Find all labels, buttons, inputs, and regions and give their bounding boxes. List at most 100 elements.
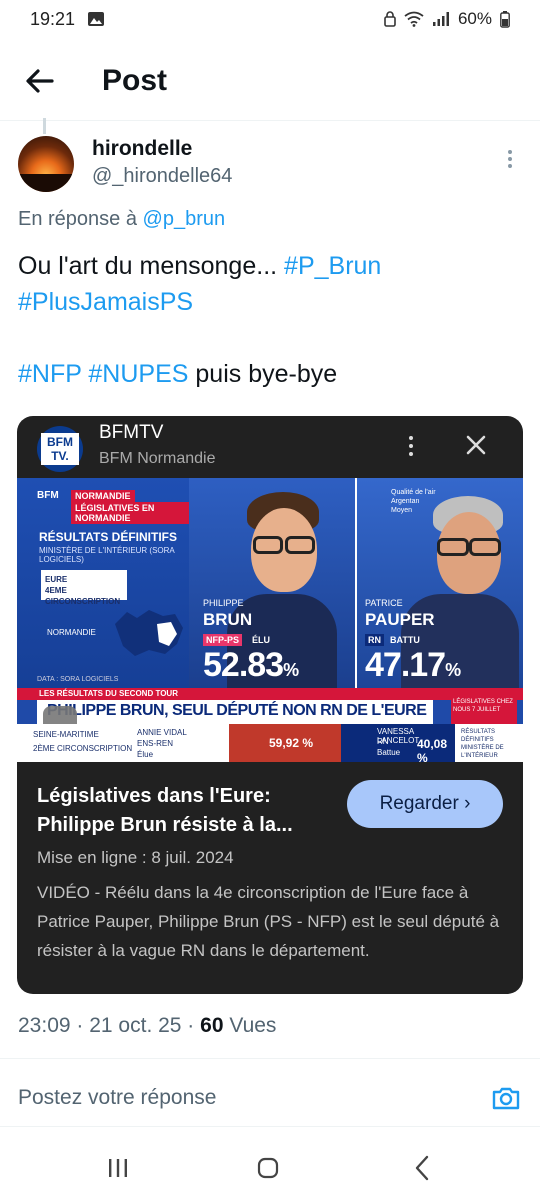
camera-icon[interactable] <box>490 1082 522 1114</box>
thumb-circ-line2: 4EME CIRCONSCRIPTION <box>45 586 121 606</box>
watch-button[interactable]: Regarder › <box>347 780 503 828</box>
normandie-map-icon <box>115 610 183 656</box>
thumb-region-tag: NORMANDIE <box>71 490 135 502</box>
card-description: VIDÉO - Réélu dans la 4e circonscription… <box>37 883 500 960</box>
battery-icon <box>500 10 510 28</box>
thumb-candidate-2: Qualité de l'air Argentan Moyen PATRICE … <box>355 478 523 688</box>
thumb-circ-line1: EURE <box>45 575 68 584</box>
thumb-elections-tag: LÉGISLATIVES EN NORMANDIE <box>71 502 189 524</box>
reply-divider <box>0 1126 540 1127</box>
lr-c1-party: ENS-REN <box>137 739 174 748</box>
page-title: Post <box>102 64 168 97</box>
cand1-glasses-right <box>285 536 315 554</box>
cand1-party: NFP-PS <box>203 634 243 646</box>
thumb-data-label: DATA : SORA LOGICIELS <box>37 676 119 683</box>
user-handle[interactable]: @_hirondelle64 <box>92 165 232 188</box>
thumb-results-sub: MINISTÈRE DE L'INTÉRIEUR (SORA LOGICIELS… <box>39 546 175 564</box>
video-link-card[interactable]: BFM TV. BFMTV BFM Normandie BFM NORMANDI… <box>17 416 523 994</box>
cand1-percent: 52.83% <box>203 646 299 685</box>
reply-input[interactable]: Postez votre réponse <box>18 1086 216 1110</box>
lr-c1-name: ANNIE VIDAL <box>137 728 187 737</box>
tweet-text: Ou l'art du mensonge... #P_Brun #PlusJam… <box>18 248 518 392</box>
lr-c1-status: Élue <box>137 750 154 759</box>
cand2-last-name: PAUPER <box>365 610 435 629</box>
lr-region: SEINE-MARITIME <box>33 730 99 739</box>
arrow-left-icon[interactable] <box>22 66 58 96</box>
hashtag-nfp[interactable]: #NFP <box>18 360 81 388</box>
lr-c2-status: Battue <box>377 748 401 757</box>
tweet-date: 21 oct. 25 <box>89 1014 182 1037</box>
display-name[interactable]: hirondelle <box>92 137 192 161</box>
cand2-first-name: PATRICE <box>365 598 403 608</box>
cand1-pct-value: 52.83 <box>203 646 284 684</box>
lock-icon <box>384 11 396 27</box>
hashtag-nupes[interactable]: #NUPES <box>88 360 188 388</box>
hashtag-p-brun[interactable]: #P_Brun <box>284 252 381 280</box>
cand2-percent: 47.17% <box>365 646 461 685</box>
chevron-left-icon[interactable] <box>410 1154 434 1182</box>
thumb-candidate-1: PHILIPPE BRUN NFP-PS ÉLU 52.83% <box>189 478 355 688</box>
cand1-pct-sign: % <box>283 660 299 680</box>
lr-note: RÉSULTATS DÉFINITIFS MINISTÈRE DE L'INTÉ… <box>461 729 504 759</box>
lr-circ: 2ÈME CIRCONSCRIPTION <box>33 744 133 753</box>
status-bar: 19:21 60% <box>0 0 540 40</box>
thumb-results-title: RÉSULTATS DÉFINITIFS <box>39 530 177 544</box>
close-icon[interactable] <box>465 434 487 456</box>
thumb-brand: BFM <box>37 490 59 501</box>
tweet-text-line1: Ou l'art du mensonge... <box>18 252 278 280</box>
card-header: BFM TV. BFMTV BFM Normandie <box>17 416 523 478</box>
reply-mention-link[interactable]: @p_brun <box>143 208 226 230</box>
cand1-first-name: PHILIPPE <box>203 598 244 608</box>
thumb-aside-note: LÉGISLATIVES CHEZ NOUS 7 JUILLET <box>451 696 517 726</box>
cand2-glasses-right <box>469 538 501 556</box>
tweet-meta: 23:09 · 21 oct. 25 · 60 Vues <box>18 1014 277 1037</box>
tweet-time: 23:09 <box>18 1014 71 1037</box>
thumb-results-panel: BFM NORMANDIE LÉGISLATIVES EN NORMANDIE … <box>17 478 189 688</box>
thumb-headline-band: PHILIPPE BRUN, SEUL DÉPUTÉ NON RN DE L'E… <box>37 700 433 724</box>
cand1-last-name: BRUN <box>203 610 253 629</box>
cand2-pct-value: 47.17 <box>365 646 446 684</box>
cand1-status: ÉLU <box>252 635 270 645</box>
video-thumbnail[interactable]: BFM NORMANDIE LÉGISLATIVES EN NORMANDIE … <box>17 478 523 762</box>
channel-logo-text: BFM TV. <box>41 433 79 465</box>
avatar[interactable] <box>18 136 74 192</box>
signal-icon <box>432 12 449 26</box>
more-vertical-icon[interactable] <box>500 148 520 174</box>
battery-percent: 60% <box>457 9 492 28</box>
thumb-lower-row: SEINE-MARITIME 2ÈME CIRCONSCRIPTION ANNI… <box>17 724 523 762</box>
views-label: Vues <box>229 1014 277 1037</box>
lr-c2-party: RN <box>377 737 389 746</box>
cand2-pct-sign: % <box>445 660 461 680</box>
lr-c2-pct: 40,08 % <box>417 737 448 762</box>
lr-c1-pct: 59,92 % <box>269 736 314 750</box>
thumb-circ-box: EURE 4EME CIRCONSCRIPTION <box>41 570 127 606</box>
tweet-text-tail: puis bye-bye <box>195 360 338 388</box>
hashtag-plusjamaisps[interactable]: #PlusJamaisPS <box>18 288 193 316</box>
reply-prefix: En réponse à <box>18 208 137 230</box>
app-header: Post <box>0 52 540 112</box>
thumb-region-label: NORMANDIE <box>47 628 96 637</box>
card-upload-date: Mise en ligne : 8 juil. 2024 <box>37 848 234 867</box>
home-circle-icon[interactable] <box>256 1156 280 1180</box>
cand2-status: BATTU <box>390 635 420 645</box>
views-count: 60 <box>200 1014 224 1037</box>
recent-apps-icon[interactable] <box>106 1156 130 1180</box>
cand2-glasses <box>437 538 469 556</box>
thumb-results-strip: LES RÉSULTATS DU SECOND TOUR <box>17 688 523 700</box>
lr-c1-score-box: 59,92 % <box>229 724 341 762</box>
channel-name[interactable]: BFMTV <box>99 422 163 444</box>
thumb-strip-text: LES RÉSULTATS DU SECOND TOUR <box>39 689 178 698</box>
image-notification-icon <box>88 12 104 26</box>
status-time: 19:21 <box>30 9 76 29</box>
wifi-icon <box>404 11 424 27</box>
channel-logo[interactable]: BFM TV. <box>37 426 83 472</box>
header-divider <box>0 120 540 121</box>
status-right: 60% <box>384 9 510 29</box>
thread-connector <box>43 118 46 134</box>
thumb-headline: PHILIPPE BRUN, SEUL DÉPUTÉ NON RN DE L'E… <box>47 702 427 719</box>
system-nav-bar <box>0 1140 540 1200</box>
reply-context: En réponse à @p_brun <box>18 208 225 231</box>
card-title[interactable]: Législatives dans l'Eure: Philippe Brun … <box>37 782 337 840</box>
cand2-party: RN <box>365 634 384 646</box>
card-more-vertical-icon[interactable] <box>403 434 419 460</box>
